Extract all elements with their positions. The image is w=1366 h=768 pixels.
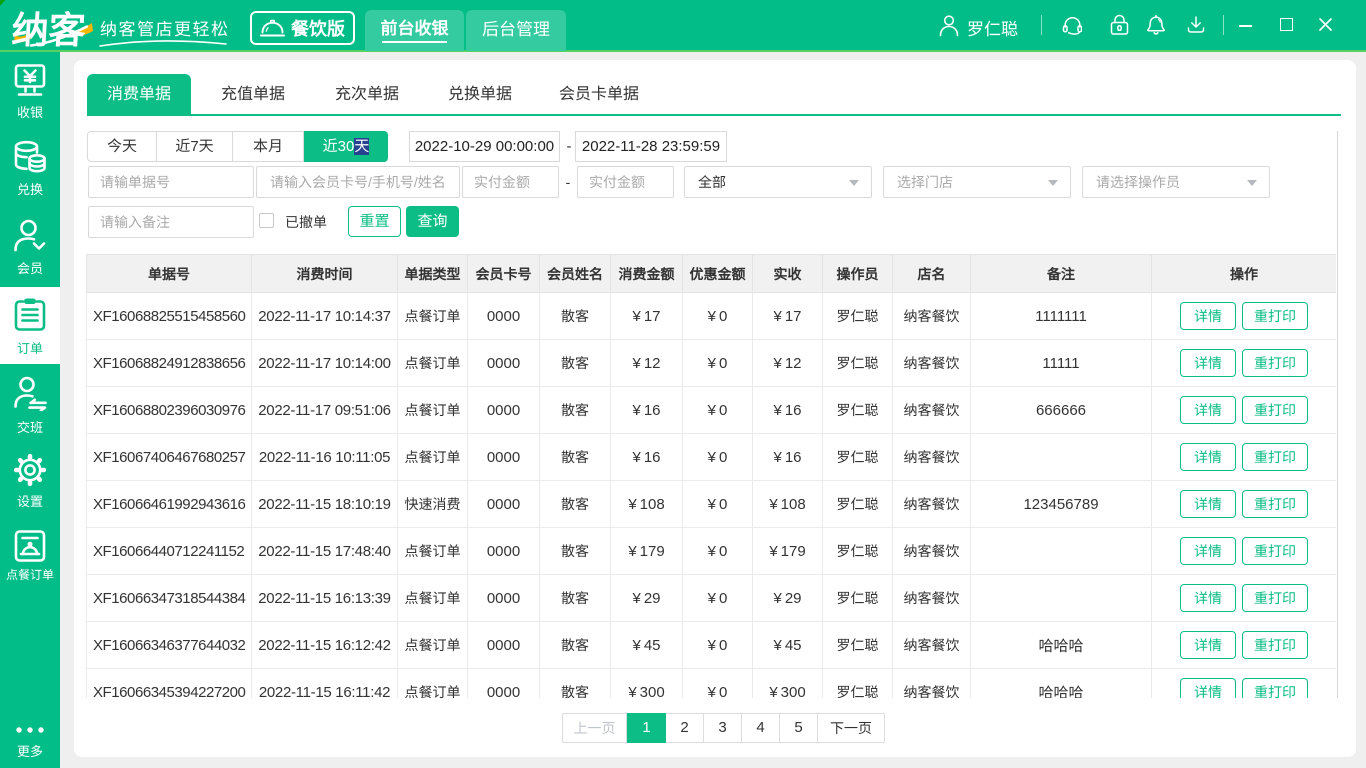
svg-text:纳客: 纳客 xyxy=(11,9,87,50)
